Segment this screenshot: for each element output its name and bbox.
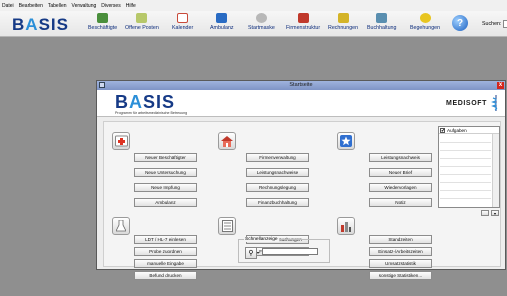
close-icon[interactable]: x — [497, 82, 504, 89]
list-row-line — [440, 198, 491, 199]
chart-icon — [337, 217, 355, 235]
wiedervorlagen-button[interactable]: Wiedervorlagen — [369, 183, 432, 192]
inspection-icon — [419, 13, 431, 23]
neue-impfung-button[interactable]: Neue Impfung — [134, 183, 197, 192]
neuer-brief-button[interactable]: Neuer Brief — [369, 168, 432, 177]
einsatz-arbeitszeiten-button[interactable]: Einsatz-/Arbeitszeiten — [369, 247, 432, 256]
ambulance-icon — [216, 13, 228, 23]
notepad-icon — [136, 13, 148, 23]
standzeiten-button[interactable]: Standzeiten — [369, 235, 432, 244]
menu-bearbeiten[interactable]: Bearbeiten — [19, 3, 43, 9]
befund-drucken-button[interactable]: Befund drucken — [134, 271, 197, 280]
list-row-line — [440, 174, 491, 175]
startseite-window: Startseite x BASIS Programm für arbeitsm… — [96, 80, 506, 280]
aufgaben-next-button[interactable]: ▾ — [491, 210, 499, 216]
ambulanz-button[interactable]: Ambulanz — [210, 13, 234, 35]
firmenstruktur-button[interactable]: Firmenstruktur — [286, 13, 320, 35]
firmenverwaltung-button[interactable]: Firmenverwaltung — [246, 153, 309, 162]
aufgaben-label: Aufgaben — [447, 127, 467, 133]
magnifier-icon[interactable]: ⚲ — [245, 247, 257, 259]
app-logo: BASIS — [12, 15, 69, 34]
schnellanzeige-group: Schnellanzeige ⚲ ▾ — [238, 237, 330, 263]
help-icon[interactable]: ? — [452, 15, 468, 31]
medisoft-logo: MEDISOFT — [446, 100, 487, 107]
menu-tabellen[interactable]: Tabellen — [48, 3, 67, 9]
calendar-icon — [177, 13, 189, 23]
caduceus-icon — [491, 95, 498, 111]
rechnungen-button[interactable]: Rechnungen — [328, 13, 358, 35]
menu-bar: Datei Bearbeiten Tabellen Verwaltung Div… — [0, 0, 507, 11]
medical-case-icon — [112, 132, 130, 150]
umsatzstatistik-button[interactable]: Umsatzstatistik — [369, 259, 432, 268]
aufgaben-checkbox[interactable]: ✔ — [440, 127, 445, 133]
accounting-icon — [376, 13, 388, 23]
leistungsnachweise-button[interactable]: Leistungsnachweise — [246, 168, 309, 177]
window-title: Startseite — [289, 82, 313, 88]
lab-flask-icon — [112, 217, 130, 235]
aufgaben-list[interactable]: ✔ Aufgaben — [438, 126, 500, 208]
people-icon — [97, 13, 109, 23]
probe-zuordnen-button[interactable]: Probe zuordnen — [134, 247, 197, 256]
leistungsnachweis-button[interactable]: Leistungsnachweis — [369, 153, 432, 162]
menu-diverses[interactable]: Diverses — [101, 3, 120, 9]
neue-untersuchung-button[interactable]: Neue Untersuchung — [134, 168, 197, 177]
basis-logo: BASIS — [115, 92, 176, 112]
sonstige-statistiken-button[interactable]: sonstige Statistiken... — [369, 271, 432, 280]
finanzbuchhaltung-button[interactable]: Finanzbuchhaltung — [246, 198, 309, 207]
neuer-beschaeftigter-button[interactable]: Neuer Beschäftigter — [134, 153, 197, 162]
schnellanzeige-label: Schnellanzeige — [244, 237, 279, 242]
list-row-line — [440, 190, 491, 191]
list-row-line — [440, 158, 491, 159]
startmask-icon — [255, 13, 267, 23]
window-titlebar[interactable]: Startseite x — [97, 81, 505, 90]
startmaske-button[interactable]: Startmaske — [248, 13, 275, 35]
house-icon — [218, 132, 236, 150]
menu-datei[interactable]: Datei — [2, 3, 14, 9]
toolbar: BASIS Beschäftigte Offene Posten Kalende… — [0, 11, 507, 37]
buchhaltung-button[interactable]: Buchhaltung — [367, 13, 396, 35]
aufgaben-scrollbar[interactable] — [492, 134, 499, 207]
start-content: Neuer Beschäftigter Neue Untersuchung Ne… — [103, 121, 501, 280]
app-subtitle: Programm für arbeitsmedizinische Betreuu… — [115, 111, 188, 115]
schnellanzeige-input[interactable] — [262, 248, 318, 255]
notiz-button[interactable]: Notiz — [369, 198, 432, 207]
search-input[interactable] — [503, 20, 507, 28]
menu-verwaltung[interactable]: Verwaltung — [72, 3, 97, 9]
beschaeftigte-button[interactable]: Beschäftigte — [88, 13, 117, 35]
list-row-line — [440, 142, 491, 143]
chevron-down-icon[interactable]: ▾ — [257, 247, 261, 259]
aufgaben-prev-button[interactable] — [481, 210, 489, 216]
window-header: BASIS Programm für arbeitsmedizinische B… — [97, 90, 505, 117]
search-label: Suchen: — [482, 21, 502, 27]
list-row-line — [440, 150, 491, 151]
menu-hilfe[interactable]: Hilfe — [126, 3, 136, 9]
ambulanz-button-start[interactable]: Ambulanz — [134, 198, 197, 207]
list-row-line — [440, 182, 491, 183]
aufgaben-header: ✔ Aufgaben — [439, 127, 499, 134]
star-icon — [337, 132, 355, 150]
begehungen-button[interactable]: Begehungen — [410, 13, 440, 35]
offene-posten-button[interactable]: Offene Posten — [125, 13, 159, 35]
kalender-button[interactable]: Kalender — [172, 13, 193, 35]
manuelle-eingabe-button[interactable]: manuelle Eingabe — [134, 259, 197, 268]
list-icon — [218, 217, 236, 235]
company-icon — [297, 13, 309, 23]
rechnungslegung-button[interactable]: Rechnungslegung — [246, 183, 309, 192]
invoice-icon — [337, 13, 349, 23]
ldt-hl7-einlesen-button[interactable]: LDT / HL-7 einlesen — [134, 235, 197, 244]
list-row-line — [440, 166, 491, 167]
